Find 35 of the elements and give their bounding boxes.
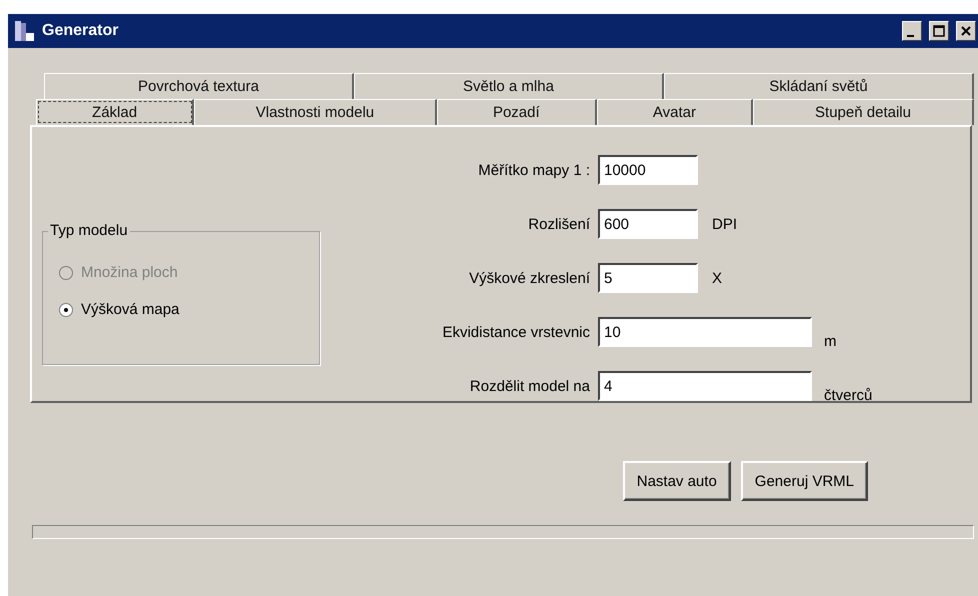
field-label: Rozdělit model na <box>470 378 590 394</box>
field-label: Ekvidistance vrstevnic <box>442 324 590 340</box>
unit-label: X <box>712 270 722 286</box>
tab[interactable]: Avatar <box>596 99 754 125</box>
input-field[interactable]: 10 <box>598 317 812 347</box>
field-label: Rozlišení <box>528 216 590 232</box>
input-field[interactable]: 4 <box>598 371 812 401</box>
unit-label: m <box>824 333 836 350</box>
maximize-icon <box>933 25 945 37</box>
input-field[interactable]: 10000 <box>598 155 698 185</box>
field-label: Měřítko mapy 1 : <box>478 162 590 178</box>
input-field[interactable]: 5 <box>598 263 698 293</box>
minimize-button[interactable] <box>902 21 922 41</box>
close-icon <box>960 25 972 37</box>
input-field[interactable]: 600 <box>598 209 698 239</box>
field-label: Výškové zkreslení <box>469 270 590 286</box>
maximize-button[interactable] <box>929 21 949 41</box>
radio-button[interactable] <box>59 302 73 316</box>
tab[interactable]: Vlastnosti modelu <box>194 99 437 125</box>
minimize-icon <box>906 35 914 37</box>
radio-option[interactable]: Výšková mapa <box>59 301 319 318</box>
tab[interactable]: Povrchová textura <box>44 73 354 99</box>
group-title: Typ modelu <box>48 222 130 239</box>
unit-label: čtverců <box>824 387 872 404</box>
unit-label: DPI <box>712 216 738 232</box>
action-button[interactable]: Generuj VRML <box>740 461 868 501</box>
window-title: Generator <box>42 22 120 40</box>
tab[interactable]: Pozadí <box>436 99 597 125</box>
close-button[interactable] <box>956 21 976 41</box>
tab[interactable]: Skládaní světů <box>664 73 974 99</box>
tab[interactable]: Základ <box>36 99 194 125</box>
action-button[interactable]: Nastav auto <box>622 461 731 501</box>
tab[interactable]: Světlo a mlha <box>354 73 664 99</box>
tab[interactable]: Stupeň detailu <box>753 99 974 125</box>
app-icon <box>14 19 36 43</box>
